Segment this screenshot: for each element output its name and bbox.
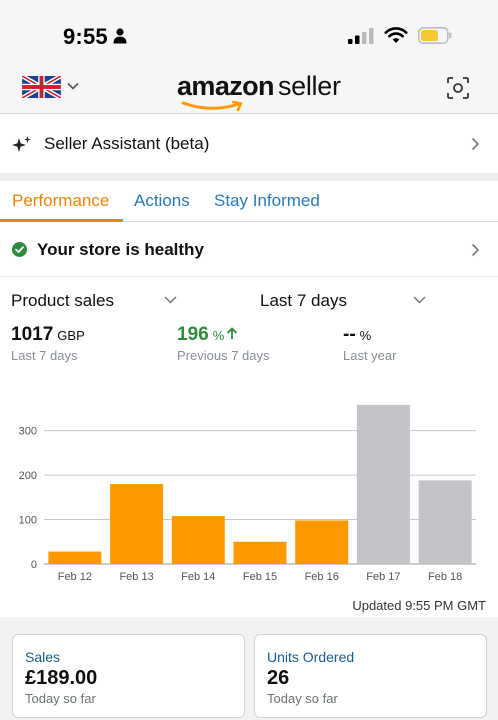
- bar: [171, 516, 225, 564]
- x-tick-label: Feb 12: [58, 571, 92, 583]
- chevron-right-icon: [471, 243, 480, 257]
- x-tick-label: Feb 17: [366, 571, 400, 583]
- chevron-right-icon: [471, 137, 480, 151]
- bar: [356, 404, 410, 564]
- metric-previous: 196% Previous 7 days: [177, 324, 270, 363]
- active-tab-indicator: [0, 219, 123, 222]
- units-card-caption: Today so far: [267, 691, 338, 706]
- chevron-down-icon[interactable]: [67, 82, 79, 90]
- bar: [295, 520, 349, 564]
- cellular-signal-icon: [348, 27, 374, 44]
- metric-last-year-value: --: [343, 324, 356, 345]
- metric-previous-value: 196: [177, 324, 209, 345]
- amazon-seller-logo: amazon seller: [177, 71, 341, 112]
- metric-previous-caption: Previous 7 days: [177, 348, 270, 363]
- metric-dropdown[interactable]: Product sales: [11, 291, 114, 311]
- updated-timestamp: Updated 9:55 PM GMT: [352, 598, 486, 613]
- tab-bar: Performance Actions Stay Informed: [0, 181, 498, 222]
- tab-actions[interactable]: Actions: [134, 191, 190, 211]
- store-health-row[interactable]: Your store is healthy: [0, 223, 498, 277]
- bar: [233, 541, 287, 564]
- y-tick-label: 200: [19, 470, 37, 482]
- smile-arrow-icon: [181, 101, 243, 112]
- section-divider: [0, 173, 498, 181]
- y-tick-label: 100: [19, 515, 37, 527]
- metric-current-caption: Last 7 days: [11, 348, 78, 363]
- bar: [110, 484, 164, 564]
- sparkle-icon: [12, 136, 31, 152]
- metric-current-value: 1017: [11, 324, 54, 345]
- status-indicators: [348, 27, 452, 44]
- store-health-label: Your store is healthy: [37, 240, 204, 259]
- brand-seller-text: seller: [277, 71, 341, 101]
- sales-card[interactable]: Sales £189.00 Today so far: [12, 634, 245, 718]
- scan-icon[interactable]: [446, 76, 470, 100]
- sales-card-title: Sales: [25, 649, 61, 665]
- y-tick-label: 300: [19, 426, 37, 438]
- brand-amazon-text: amazon: [177, 71, 275, 101]
- metric-last-year-caption: Last year: [343, 348, 397, 363]
- x-tick-label: Feb 15: [243, 571, 277, 583]
- seller-assistant-label: Seller Assistant (beta): [44, 134, 210, 153]
- metric-last-year-unit: %: [359, 328, 372, 343]
- y-tick-label: 0: [31, 559, 37, 571]
- app-header: amazon seller: [0, 62, 498, 114]
- period-dropdown[interactable]: Last 7 days: [260, 291, 347, 311]
- seller-assistant-row[interactable]: Seller Assistant (beta): [0, 115, 498, 173]
- chevron-down-icon[interactable]: [164, 296, 177, 304]
- units-card-value: 26: [267, 667, 290, 689]
- tab-performance[interactable]: Performance: [12, 191, 109, 211]
- status-time: 9:55: [63, 24, 108, 49]
- person-icon: [113, 28, 127, 44]
- battery-icon: [418, 27, 452, 44]
- tab-stay-informed[interactable]: Stay Informed: [214, 191, 320, 211]
- bar: [48, 551, 102, 564]
- metric-current-unit: GBP: [57, 328, 85, 343]
- metric-last-year: --% Last year: [343, 324, 396, 363]
- uk-flag-icon[interactable]: [22, 76, 61, 98]
- units-ordered-card[interactable]: Units Ordered 26 Today so far: [254, 634, 487, 718]
- sales-bar-chart: 0 100 200 300 Feb 12 Feb 13 Feb 14 Feb 15 Feb 16…: [19, 404, 476, 583]
- x-tick-label: Feb 18: [428, 571, 462, 583]
- units-card-title: Units Ordered: [267, 649, 355, 665]
- chevron-down-icon[interactable]: [413, 296, 426, 304]
- arrow-up-icon: [227, 327, 238, 339]
- sales-card-value: £189.00: [25, 667, 98, 689]
- metric-previous-unit: %: [212, 328, 225, 343]
- x-tick-label: Feb 13: [119, 571, 153, 583]
- status-bar: 9:55: [0, 0, 498, 62]
- bar: [418, 480, 472, 564]
- x-tick-label: Feb 14: [181, 571, 215, 583]
- wifi-icon: [384, 27, 408, 43]
- metric-current: 1017 GBP Last 7 days: [11, 324, 85, 363]
- check-circle-icon: [12, 242, 27, 257]
- x-tick-label: Feb 16: [305, 571, 339, 583]
- sales-card-caption: Today so far: [25, 691, 96, 706]
